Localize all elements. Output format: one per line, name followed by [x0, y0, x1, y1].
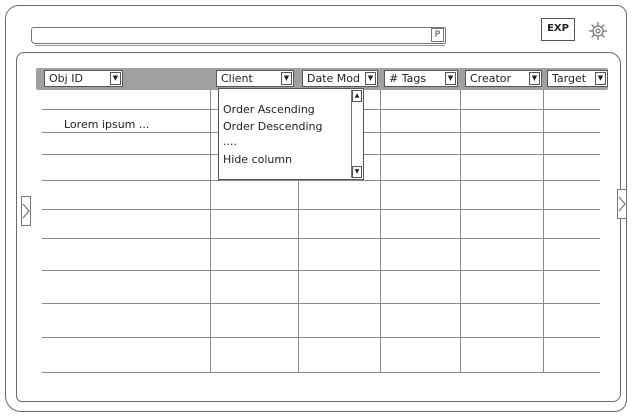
- column-header-tags[interactable]: # Tags ▼: [384, 70, 458, 87]
- chevron-down-icon[interactable]: ▼: [281, 72, 292, 85]
- menu-item-ellipsis[interactable]: ....: [223, 135, 237, 148]
- scroll-up-icon[interactable]: ▲: [352, 90, 362, 102]
- chevron-down-icon[interactable]: ▼: [595, 72, 606, 85]
- search-button[interactable]: P: [431, 28, 444, 42]
- column-header-obj-id[interactable]: Obj ID ▼: [44, 70, 123, 87]
- search-input[interactable]: [31, 27, 446, 44]
- chevron-down-icon[interactable]: ▼: [445, 72, 456, 85]
- column-header-client[interactable]: Client ▼: [216, 70, 294, 87]
- row-divider: [42, 209, 600, 210]
- row-divider: [42, 270, 600, 271]
- row-divider: [42, 372, 600, 373]
- chevron-down-icon[interactable]: ▼: [365, 72, 376, 85]
- scroll-down-icon[interactable]: ▼: [352, 166, 362, 178]
- row-divider: [42, 180, 600, 181]
- row-divider: [42, 238, 600, 239]
- column-divider: [460, 90, 461, 373]
- menu-scrollbar[interactable]: ▲ ▼: [351, 90, 362, 178]
- chevron-down-icon[interactable]: ▼: [110, 72, 121, 85]
- table-cell: Lorem ipsum ...: [64, 118, 150, 131]
- row-divider: [42, 337, 600, 338]
- column-header-target[interactable]: Target ▼: [547, 70, 608, 87]
- right-arrow-icon[interactable]: [617, 189, 627, 219]
- menu-item-order-descending[interactable]: Order Descending: [223, 120, 323, 133]
- column-divider: [210, 90, 211, 373]
- menu-item-hide-column[interactable]: Hide column: [223, 153, 292, 166]
- export-button[interactable]: EXP: [541, 18, 575, 41]
- row-divider: [42, 303, 600, 304]
- column-menu: Order Ascending Order Descending .... Hi…: [218, 88, 364, 180]
- column-divider: [380, 90, 381, 373]
- gear-icon[interactable]: [588, 21, 608, 41]
- search-underline: [35, 45, 445, 46]
- column-header-creator[interactable]: Creator ▼: [465, 70, 542, 87]
- left-arrow-icon[interactable]: [21, 196, 31, 226]
- menu-item-order-ascending[interactable]: Order Ascending: [223, 103, 315, 116]
- column-divider: [543, 90, 544, 373]
- column-header-date-mod[interactable]: Date Mod ▼: [302, 70, 378, 87]
- chevron-down-icon[interactable]: ▼: [529, 72, 540, 85]
